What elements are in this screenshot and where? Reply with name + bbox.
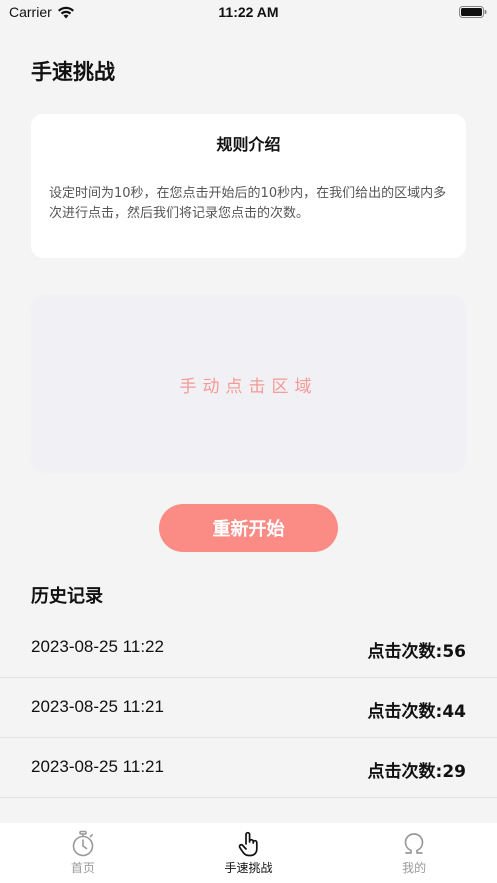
tab-challenge-label: 手速挑战: [224, 861, 273, 875]
tab-challenge[interactable]: 手速挑战: [166, 823, 332, 883]
history-date: 2023-08-25 11:21: [31, 757, 164, 776]
omega-icon: [399, 829, 429, 859]
status-bar: Carrier 11:22 AM: [0, 0, 497, 26]
rules-description: 设定时间为10秒，在您点击开始后的10秒内，在我们给出的区域内多次进行点击，然后…: [49, 186, 447, 221]
history-list: 2023-08-25 11:22 点击次数:56 2023-08-25 11:2…: [0, 618, 497, 798]
history-row: 2023-08-25 11:21 点击次数:29: [0, 738, 497, 798]
status-time: 11:22 AM: [218, 4, 279, 20]
page-title: 手速挑战: [31, 60, 115, 84]
rules-title: 规则介绍: [216, 135, 281, 154]
tab-home[interactable]: 首页: [0, 823, 166, 883]
stopwatch-icon: [68, 829, 98, 859]
tab-home-label: 首页: [70, 861, 95, 875]
history-date: 2023-08-25 11:21: [31, 697, 164, 716]
restart-button[interactable]: 重新开始: [159, 504, 338, 552]
tab-mine-label: 我的: [402, 861, 427, 875]
history-count: 点击次数:44: [367, 702, 466, 722]
tap-area[interactable]: 手动点击区域: [31, 295, 466, 473]
history-count: 点击次数:56: [367, 642, 466, 662]
rules-card: 规则介绍 设定时间为10秒，在您点击开始后的10秒内，在我们给出的区域内多次进行…: [31, 114, 466, 258]
battery-icon: [459, 6, 487, 18]
history-count: 点击次数:29: [367, 762, 466, 782]
hand-pointer-icon: [234, 829, 264, 859]
tab-bar: 首页 手速挑战 我的: [0, 823, 497, 883]
tab-mine[interactable]: 我的: [331, 823, 497, 883]
history-title: 历史记录: [31, 586, 103, 607]
tap-area-label: 手动点击区域: [179, 376, 318, 397]
history-date: 2023-08-25 11:22: [31, 637, 164, 656]
history-row: 2023-08-25 11:21 点击次数:44: [0, 678, 497, 738]
history-row: 2023-08-25 11:22 点击次数:56: [0, 618, 497, 678]
